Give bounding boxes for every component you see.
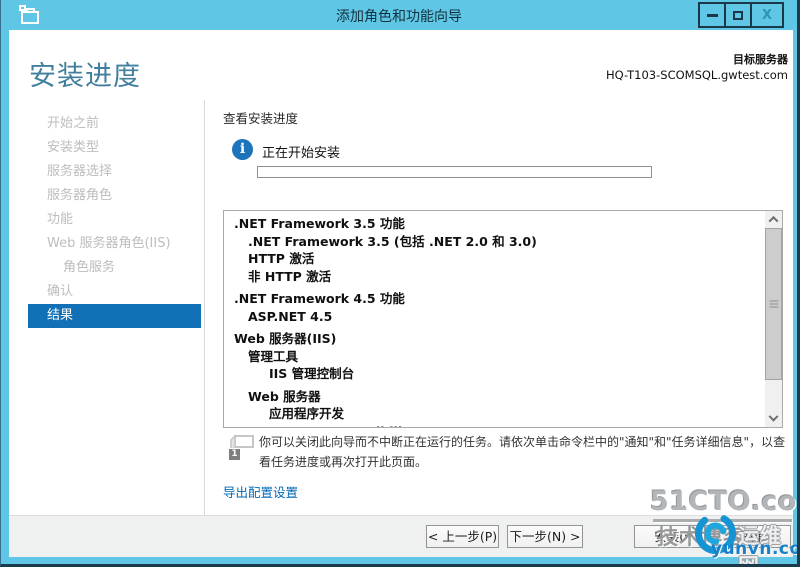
footer-bar: < 上一步(P) 下一步(N) > 安装(I) 取消: [9, 515, 793, 557]
titlebar[interactable]: 添加角色和功能向导 X: [1, 0, 797, 30]
scroll-down-button[interactable]: [765, 411, 782, 427]
close-icon: X: [761, 7, 773, 23]
maximize-button[interactable]: [724, 2, 752, 28]
note-text: 你可以关闭此向导而不中断正在运行的任务。请依次单击命令栏中的"通知"和"任务详细…: [259, 435, 786, 469]
feature-list-item: 管理工具: [248, 348, 299, 364]
page-title: 安装进度: [29, 61, 141, 92]
next-button[interactable]: 下一步(N) >: [507, 525, 583, 548]
task-count-badge: 1: [228, 448, 241, 461]
sidebar-item-results[interactable]: 结果: [28, 304, 201, 328]
target-server-value: HQ-T103-SCOMSQL.gwtest.com: [606, 68, 788, 82]
feature-list-item: ASP.NET 4.5: [248, 308, 333, 324]
install-button[interactable]: 安装(I): [634, 525, 713, 548]
wizard-nav: 开始之前 安装类型 服务器选择 服务器角色 功能 Web 服务器角色(IIS) …: [9, 112, 204, 328]
scrollbar-thumb[interactable]: [765, 228, 782, 380]
feature-list-item: HTTP 激活: [248, 251, 315, 266]
sidebar-item-server-roles: 服务器角色: [47, 188, 113, 203]
sidebar-item-installation-type: 安装类型: [47, 140, 100, 155]
install-status-text: 正在开始安装: [262, 146, 341, 161]
chevron-down-icon: [768, 411, 779, 422]
feature-list-item: .NET Framework 3.5 (包括 .NET 2.0 和 3.0): [248, 233, 537, 249]
feature-list-item: IIS 管理控制台: [269, 366, 355, 381]
maximize-icon: [733, 10, 743, 20]
scrollbar-grip-icon: [769, 300, 778, 308]
target-server-block: 目标服务器 HQ-T103-SCOMSQL.gwtest.com: [606, 51, 788, 82]
wizard-window: 添加角色和功能向导 X 安装进度 目标服务器 HQ-T103-SCOMSQL.g…: [0, 0, 800, 567]
feature-list-item: 应用程序开发: [269, 406, 345, 421]
sidebar-item-before-you-begin: 开始之前: [47, 116, 100, 131]
minimize-icon: [706, 13, 718, 17]
client-area: 安装进度 目标服务器 HQ-T103-SCOMSQL.gwtest.com 开始…: [9, 30, 793, 557]
previous-button[interactable]: < 上一步(P): [426, 525, 499, 548]
close-button[interactable]: X: [750, 2, 784, 28]
scroll-up-button[interactable]: [765, 211, 782, 227]
feature-progress-list[interactable]: .NET Framework 3.5 功能 .NET Framework 3.5…: [223, 210, 783, 428]
sidebar-item-web-server-role-iis: Web 服务器角色(IIS): [47, 236, 171, 251]
feature-list-item: Web 服务器(IIS): [234, 331, 337, 346]
window-controls: X: [698, 2, 784, 28]
sidebar-divider: [204, 100, 205, 544]
notification-flag-icon: 1: [228, 434, 255, 463]
sidebar-item-server-selection: 服务器选择: [47, 164, 113, 179]
section-label: 查看安装进度: [223, 111, 299, 126]
chevron-up-icon: [768, 215, 779, 226]
feature-list-item: 非 HTTP 激活: [248, 268, 332, 284]
sidebar-item-confirmation: 确认: [47, 284, 74, 299]
export-configuration-link[interactable]: 导出配置设置: [223, 482, 298, 501]
progress-bar: [257, 166, 652, 178]
target-server-label: 目标服务器: [733, 53, 788, 66]
list-scrollbar[interactable]: [765, 211, 782, 427]
sidebar-item-role-services: 角色服务: [63, 260, 116, 275]
minimize-button[interactable]: [698, 2, 726, 28]
feature-list-item: Web 服务器: [248, 388, 321, 404]
cancel-button[interactable]: 取消: [717, 525, 791, 548]
sidebar-item-features: 功能: [47, 212, 74, 227]
feature-list-item: .NET Framework 4.5 功能: [234, 291, 405, 306]
window-title: 添加角色和功能向导: [336, 9, 462, 25]
feature-list-item: .NET Framework 3.5 功能: [234, 216, 405, 231]
info-icon: i: [232, 139, 253, 160]
feature-list-item: .NET Extensibility 3.5: [224, 423, 782, 428]
